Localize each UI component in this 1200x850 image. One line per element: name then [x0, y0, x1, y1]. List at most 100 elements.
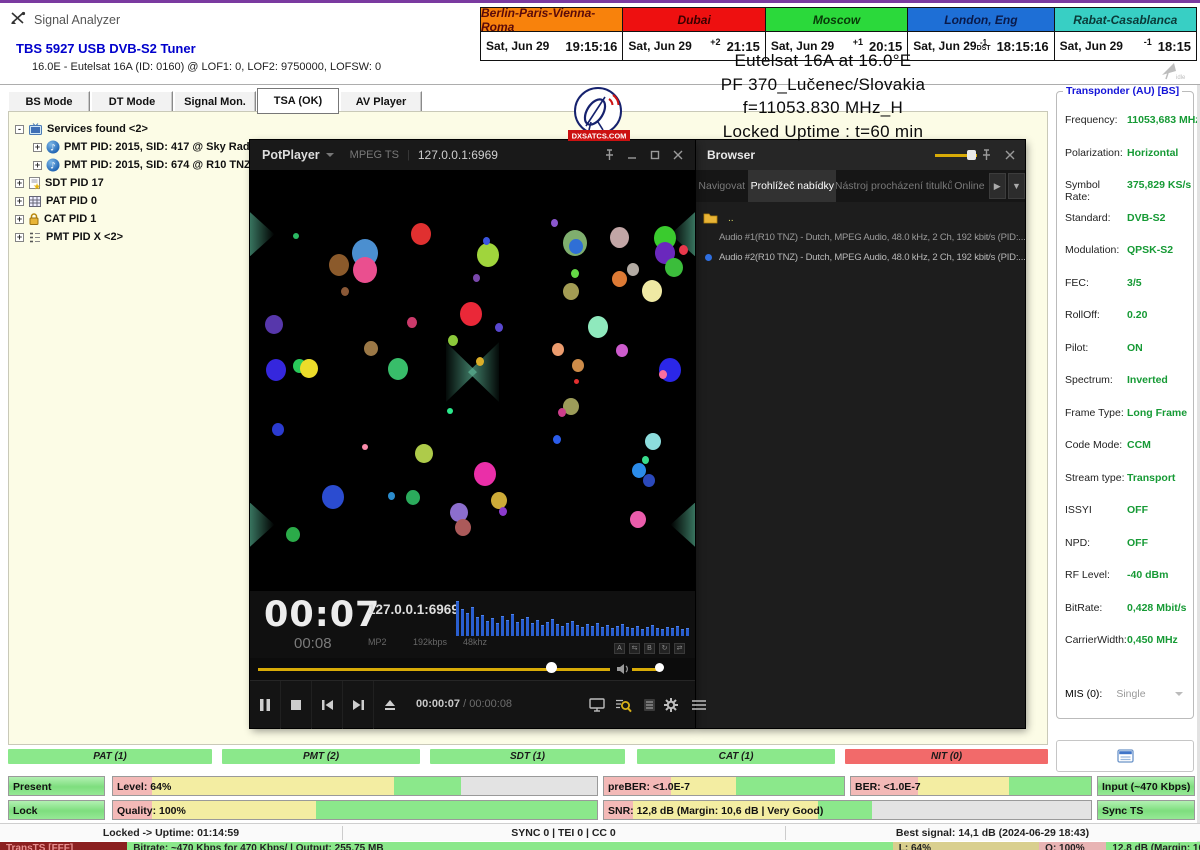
- svg-text:★: ★: [33, 183, 41, 191]
- transponder-panel: Transponder (AU) [BS] Frequency:11053,68…: [1056, 91, 1194, 719]
- audio-track-item[interactable]: Audio #2(R10 TNZ) - Dutch, MPEG Audio, 4…: [703, 252, 1025, 263]
- visualization-cone: [671, 503, 695, 547]
- video-dot: [551, 219, 558, 227]
- tree-item[interactable]: - Services found <2>: [15, 120, 335, 138]
- tab-bs-mode[interactable]: BS Mode: [8, 91, 90, 113]
- transponder-value: CCM: [1127, 439, 1151, 472]
- status-bar: Locked -> Uptime: 01:14:59SYNC 0 | TEI 0…: [0, 823, 1200, 841]
- transponder-value: 375,829 KS/s: [1127, 179, 1191, 212]
- video-dot: [571, 269, 579, 278]
- audio-track-label: Audio #1(R10 TNZ) - Dutch, MPEG Audio, 4…: [719, 232, 1025, 243]
- tab-tsa-ok-[interactable]: TSA (OK): [257, 88, 339, 114]
- minimize-icon[interactable]: [625, 148, 639, 162]
- browser-tab-1[interactable]: Navigovat: [695, 170, 748, 202]
- transponder-label: NPD:: [1065, 537, 1127, 570]
- next-button[interactable]: [343, 681, 374, 729]
- mis-dropdown[interactable]: Single: [1116, 688, 1145, 700]
- video-area[interactable]: [250, 170, 695, 591]
- transponder-label: Frame Type:: [1065, 407, 1127, 440]
- audio-track-item[interactable]: Audio #1(R10 TNZ) - Dutch, MPEG Audio, 4…: [703, 232, 1025, 243]
- transponder-value: QPSK-S2: [1127, 244, 1173, 277]
- browser-window: Browser NavigovatProhlížeč nabídkyNástro…: [695, 140, 1025, 728]
- table-badge-nit: NIT (0): [845, 749, 1048, 764]
- transponder-label: RollOff:: [1065, 309, 1127, 342]
- seek-handle[interactable]: [546, 662, 557, 673]
- browser-dropdown-icon[interactable]: ▼: [1008, 173, 1025, 199]
- potplayer-window: PotPlayer MPEG TS | 127.0.0.1:6969 00:07…: [250, 140, 695, 728]
- transponder-row: Frame Type:Long Frame: [1065, 407, 1189, 440]
- pin-icon[interactable]: [602, 148, 616, 162]
- transponder-value: 0,428 Mbit/s: [1127, 602, 1187, 635]
- ab-repeat-icon[interactable]: ⇄: [674, 643, 685, 654]
- browser-title: Browser: [707, 148, 755, 162]
- video-dot: [460, 302, 482, 326]
- eject-button[interactable]: [374, 681, 405, 729]
- ab-repeat-icon[interactable]: ↻: [659, 643, 670, 654]
- tuner-details: 16.0E - Eutelsat 16A (ID: 0160) @ LOF1: …: [32, 61, 381, 73]
- transponder-label: Polarization:: [1065, 147, 1127, 180]
- maximize-icon[interactable]: [648, 148, 662, 162]
- player-info-area: 00:07 00:08 127.0.0.1:6969 MP2 192kbps 4…: [250, 591, 695, 658]
- pause-button[interactable]: [250, 681, 281, 729]
- clipped-status-segment: Q: 100%: [1039, 842, 1106, 850]
- tab-dt-mode[interactable]: DT Mode: [91, 91, 173, 113]
- video-dot: [293, 233, 299, 239]
- seek-bar[interactable]: [258, 668, 610, 671]
- video-dot: [553, 435, 561, 444]
- transponder-row: CarrierWidth:0,450 MHz: [1065, 634, 1189, 667]
- transponder-value: 3/5: [1127, 277, 1142, 310]
- volume-handle[interactable]: [655, 663, 664, 672]
- search-icon[interactable]: [612, 694, 634, 716]
- transponder-label: Frequency:: [1065, 114, 1127, 147]
- visualization-cone: [250, 212, 274, 256]
- close-icon[interactable]: [671, 148, 685, 162]
- chevron-down-icon[interactable]: [326, 153, 334, 157]
- expand-icon[interactable]: +: [33, 161, 42, 170]
- settings-gear-icon[interactable]: [660, 694, 682, 716]
- expand-icon[interactable]: +: [15, 233, 24, 242]
- tree-item-label: PAT PID 0: [46, 195, 97, 207]
- ab-repeat-icon[interactable]: B: [644, 643, 655, 654]
- menu-hamburger-icon[interactable]: [688, 694, 710, 716]
- opacity-slider-handle[interactable]: [967, 150, 976, 160]
- browser-body: .. Audio #1(R10 TNZ) - Dutch, MPEG Audio…: [695, 202, 1025, 728]
- table-badge-cat: CAT (1): [637, 749, 835, 764]
- overlay-line-1: Eutelsat 16A at 16.0°E: [648, 51, 998, 75]
- video-dot: [574, 379, 579, 384]
- expand-icon[interactable]: +: [15, 179, 24, 188]
- folder-up-row[interactable]: ..: [703, 212, 1025, 224]
- expand-icon[interactable]: +: [33, 143, 42, 152]
- transponder-label: RF Level:: [1065, 569, 1127, 602]
- transponder-value: Long Frame: [1127, 407, 1187, 440]
- playlist-icon[interactable]: [638, 694, 660, 716]
- tab-av-player[interactable]: AV Player: [340, 91, 422, 113]
- screen-cast-icon[interactable]: [586, 694, 608, 716]
- app-icon: [10, 11, 27, 31]
- capture-button[interactable]: [1056, 740, 1194, 772]
- expand-icon[interactable]: +: [15, 215, 24, 224]
- browser-tab-2[interactable]: Prohlížeč nabídky: [748, 170, 836, 202]
- browser-tab-3[interactable]: Nástroj procházení titulků: [836, 170, 952, 202]
- stop-button[interactable]: [281, 681, 312, 729]
- video-dot: [474, 462, 496, 486]
- speaker-icon[interactable]: [616, 662, 629, 680]
- transponder-label: Standard:: [1065, 212, 1127, 245]
- previous-button[interactable]: [312, 681, 343, 729]
- tree-item-label: Services found <2>: [47, 123, 148, 135]
- expand-icon[interactable]: +: [15, 197, 24, 206]
- tab-signal-mon-[interactable]: Signal Mon.: [174, 91, 256, 113]
- signal-bar-ber: BER: <1.0E-7: [850, 776, 1092, 796]
- browser-tab-4[interactable]: Online: [952, 170, 987, 202]
- ab-repeat-icon[interactable]: ⇆: [629, 643, 640, 654]
- video-dot: [329, 254, 349, 276]
- transponder-row: ISSYIOFF: [1065, 504, 1189, 537]
- video-dot: [665, 258, 683, 277]
- ab-repeat-icon[interactable]: A: [614, 643, 625, 654]
- transponder-row: RollOff:0.20: [1065, 309, 1189, 342]
- pin-icon[interactable]: [979, 148, 993, 162]
- browser-next-icon[interactable]: ▶: [989, 173, 1006, 199]
- close-icon[interactable]: [1003, 148, 1017, 162]
- collapse-icon[interactable]: -: [15, 125, 24, 134]
- video-dot: [322, 485, 344, 509]
- chevron-down-icon[interactable]: [1175, 692, 1183, 696]
